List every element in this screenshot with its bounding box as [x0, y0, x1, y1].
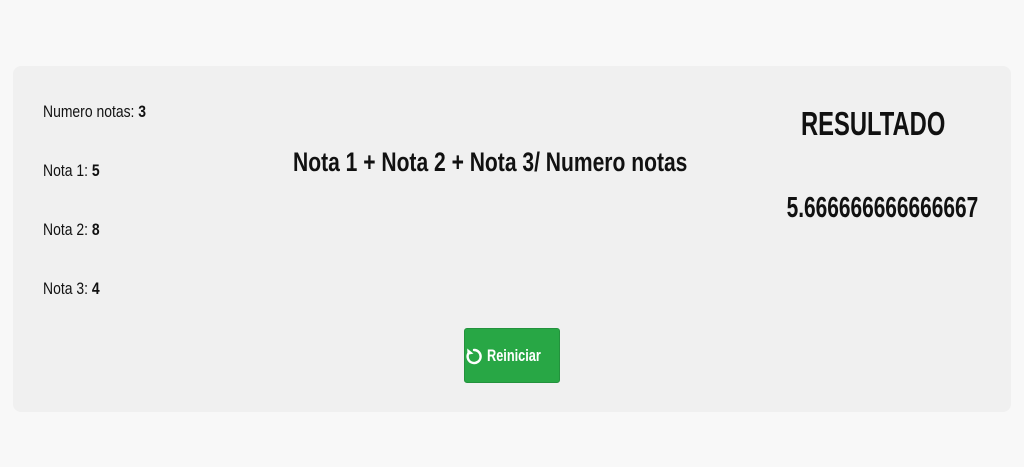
- nota1-row: Nota 1: 5: [43, 161, 207, 181]
- calculator-card: Numero notas: 3 Nota 1: 5 Nota 2: 8 Nota…: [13, 66, 1011, 412]
- nota2-label: Nota 2:: [43, 220, 88, 239]
- result-value: 5.666666666666667: [786, 192, 979, 224]
- numero-notas-label: Numero notas:: [43, 102, 135, 121]
- nota1-value: 5: [91, 161, 100, 180]
- nota3-value: 4: [91, 279, 100, 298]
- restart-label: Reiniciar: [486, 345, 541, 365]
- numero-notas-row: Numero notas: 3: [43, 102, 207, 122]
- nota2-row: Nota 2: 8: [43, 220, 207, 240]
- formula-text: Nota 1 + Nota 2 + Nota 3/ Numero notas: [293, 147, 688, 177]
- nota3-label: Nota 3:: [43, 279, 88, 298]
- result-title: RESULTADO: [801, 105, 946, 142]
- inputs-panel: Numero notas: 3 Nota 1: 5 Nota 2: 8 Nota…: [43, 102, 243, 338]
- restart-button[interactable]: Reiniciar: [464, 328, 560, 383]
- refresh-icon: [466, 347, 482, 365]
- nota3-row: Nota 3: 4: [43, 279, 207, 299]
- nota1-label: Nota 1:: [43, 161, 88, 180]
- nota2-value: 8: [91, 220, 100, 239]
- numero-notas-value: 3: [138, 102, 147, 121]
